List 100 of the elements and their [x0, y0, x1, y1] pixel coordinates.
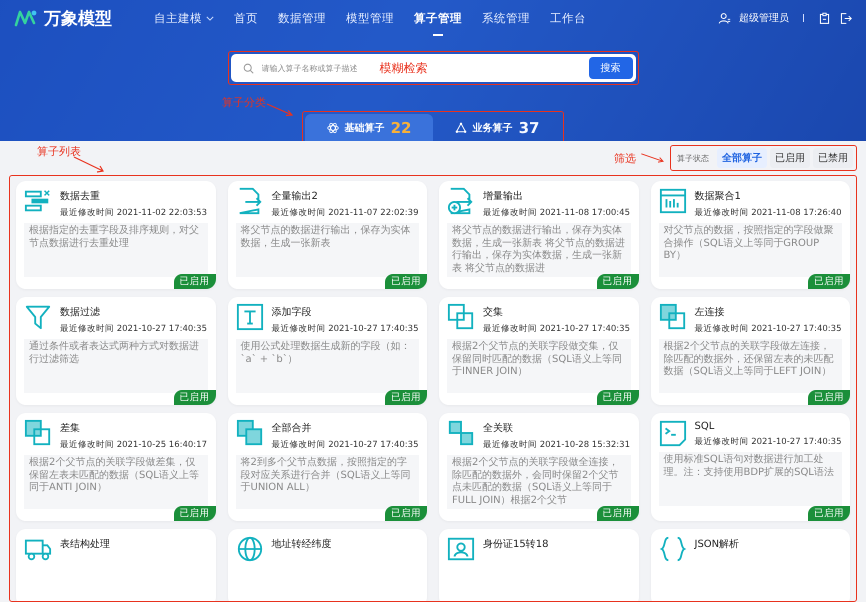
user-icon: [718, 12, 731, 24]
operator-card[interactable]: 差集 最近修改时间 2021-10-25 16:40:17 根据2个父节点的关联字段做差集，仅保留左表未匹配的数据（SQL语义上等同于ANTI JOIN） 已启用: [16, 413, 216, 521]
nav-item[interactable]: 算子管理: [404, 0, 472, 36]
status-filter-option[interactable]: 全部算子: [717, 148, 767, 168]
nav-item[interactable]: 自主建模: [144, 0, 224, 36]
operator-name: 表结构处理: [60, 538, 110, 551]
search-button[interactable]: 搜索: [588, 57, 632, 79]
modified-time: 最近修改时间 2021-10-28 15:32:31: [483, 439, 630, 451]
annotation-label: 模糊检索: [380, 60, 428, 76]
nav-item[interactable]: 首页: [224, 0, 268, 36]
status-badge: 已启用: [596, 274, 638, 289]
nav-item[interactable]: 数据管理: [268, 0, 336, 36]
modified-time: 最近修改时间 2021-10-27 17:40:35: [694, 323, 842, 335]
operator-card[interactable]: 交集 最近修改时间 2021-10-27 17:40:35 根据2个父节点的关联字段做交集，仅保留同时匹配的数据（SQL语义上等同于INNER JOIN） 已启用: [439, 297, 638, 405]
operator-description: 根据2个父节点的关联字段做交集，仅保留同时匹配的数据（SQL语义上等同于INNER JOIN）: [447, 339, 630, 393]
diagonal-squares-icon: [447, 419, 475, 447]
logo-text: 万象模型: [44, 8, 112, 30]
operator-name: SQL: [694, 421, 716, 432]
annotation-label: 筛选: [614, 150, 636, 166]
status-badge: 已启用: [385, 390, 427, 405]
modified-time: 最近修改时间 2021-10-27 17:40:35: [272, 323, 418, 335]
annotation-arrow: [266, 103, 296, 117]
terminal-icon: [658, 419, 686, 447]
operator-description: 根据2个父节点的关联字段做差集，仅保留左表未匹配的数据（SQL语义上等同于ANTI JOIN）: [24, 455, 208, 509]
operator-name: 身份证15转18: [483, 538, 548, 551]
status-badge: 已启用: [174, 506, 216, 521]
chart-table-icon: [658, 187, 686, 215]
operator-name: JSON解析: [694, 538, 740, 551]
globe-icon: [236, 535, 264, 563]
operator-name: 全关联: [483, 422, 514, 435]
funnel-icon: [24, 303, 52, 331]
operator-card[interactable]: 数据聚合1 最近修改时间 2021-11-08 17:26:40 对父节点的数据，按照指定的字段做聚合操作（SQL语义上等同于GROUP BY） 已启用: [650, 181, 850, 289]
atom-icon: [326, 122, 339, 134]
user-name[interactable]: 超级管理员: [739, 11, 789, 25]
modified-time: 最近修改时间 2021-10-27 17:40:35: [60, 323, 207, 335]
id-card-icon: [447, 535, 475, 563]
search-icon: [242, 62, 254, 74]
text-t-icon: [236, 303, 264, 331]
annotation-label: 算子列表: [37, 144, 81, 159]
operator-card[interactable]: 增量输出 最近修改时间 2021-11-08 17:00:45 将父节点的数据进行输出，保存为实体数据，生成一张新表 将父节点的数据进行输出，保存为实体数据，生成一张新表 将父节点的数据进 已启用: [439, 181, 638, 289]
nav-item[interactable]: 系统管理: [472, 0, 540, 36]
status-filter-option[interactable]: 已启用: [770, 148, 810, 168]
operator-card[interactable]: 身份证15转18: [439, 529, 638, 601]
operator-card[interactable]: 左连接 最近修改时间 2021-10-27 17:40:35 根据2个父节点的关联字段做左连接，除匹配的数据外，还保留左表的未匹配数据（SQL语义上等同于LEFT JOIN） 已启用: [650, 297, 850, 405]
filter-label: 算子状态: [677, 152, 709, 164]
status-badge: 已启用: [385, 274, 427, 289]
operator-description: 使用标准SQL语句对数据进行加工处理。注：支持使用BDP扩展的SQL语法: [658, 452, 842, 506]
modified-time: 最近修改时间 2021-10-25 16:40:17: [60, 439, 207, 451]
stacked-squares-icon: [236, 419, 264, 447]
operator-description: 使用公式处理数据生成新的字段（如：`a` + `b`）: [236, 339, 419, 393]
operator-card[interactable]: 添加字段 最近修改时间 2021-10-27 17:40:35 使用公式处理数据生成新的字段（如：`a` + `b`） 已启用: [228, 297, 427, 405]
modified-time: 最近修改时间 2021-11-07 22:02:39: [272, 207, 418, 219]
operator-name: 全量输出2: [272, 190, 319, 203]
operator-name: 数据聚合1: [694, 190, 742, 203]
operator-description: 根据2个父节点的关联字段做左连接，除匹配的数据外，还保留左表的未匹配数据（SQL语义上等同于LEFT JOIN）: [658, 339, 842, 393]
status-badge: 已启用: [596, 506, 638, 521]
operator-description: 根据2个父节点的关联字段做全连接，除匹配的数据外，会同时保留2个父节点未匹配的数据（SQL语义上等同于FULL JOIN）根据2个父节: [447, 455, 630, 509]
operator-card[interactable]: 数据去重 最近修改时间 2021-11-02 22:03:53 根据指定的去重字段及排序规则，对父节点数据进行去重处理 已启用: [16, 181, 216, 289]
operator-card[interactable]: 地址转经纬度: [228, 529, 427, 601]
modified-time: 最近修改时间 2021-10-27 17:40:35: [483, 323, 630, 335]
operator-card[interactable]: 表结构处理: [16, 529, 216, 601]
operator-card[interactable]: JSON解析: [650, 529, 850, 601]
operator-name: 全部合并: [272, 422, 312, 435]
operator-description: 将2到多个父节点数据，按照指定的字段对应关系进行合并（SQL语义上等同于UNION ALL）: [236, 455, 419, 509]
file-plus-icon: [447, 187, 475, 215]
operator-description: 将父节点的数据进行输出，保存为实体数据，生成一张新表 将父节点的数据进行输出，保存为实体数据，生成一张新表 将父节点的数据进: [447, 223, 630, 277]
operator-name: 数据去重: [60, 190, 101, 203]
operator-name: 差集: [60, 422, 81, 435]
status-badge: 已启用: [596, 390, 638, 405]
clipboard-icon[interactable]: [818, 12, 831, 24]
annotation-arrow: [73, 156, 107, 174]
overlap-squares-icon: [658, 303, 686, 331]
status-badge: 已启用: [808, 274, 850, 289]
status-filter-option[interactable]: 已禁用: [813, 148, 853, 168]
logout-icon[interactable]: [839, 12, 852, 24]
operator-name: 数据过滤: [60, 306, 101, 319]
overlap-squares-icon: [447, 303, 475, 331]
operator-name: 地址转经纬度: [272, 538, 332, 551]
operator-card[interactable]: 全关联 最近修改时间 2021-10-28 15:32:31 根据2个父节点的关联字段做全连接，除匹配的数据外，会同时保留2个父节点未匹配的数据（SQL语义上等同于FULL JOIN）根据2个父节 已启用: [439, 413, 638, 521]
category-tab[interactable]: 业务算子 37: [433, 114, 561, 141]
status-badge: 已启用: [808, 506, 850, 521]
operator-card[interactable]: SQL 最近修改时间 2021-10-27 17:40:35 使用标准SQL语句对数据进行加工处理。注：支持使用BDP扩展的SQL语法 已启用: [650, 413, 850, 521]
operator-description: 将父节点的数据进行输出，保存为实体数据，生成一张新表: [236, 223, 419, 277]
braces-icon: [658, 535, 686, 563]
modified-time: 最近修改时间 2021-10-27 17:40:35: [694, 436, 842, 448]
overlap-squares-icon: [24, 419, 52, 447]
annotation-arrow: [640, 153, 666, 163]
search-field[interactable]: 请输入算子名称或算子描述 模糊检索 搜索: [230, 54, 636, 82]
operator-card[interactable]: 数据过滤 最近修改时间 2021-10-27 17:40:35 通过条件或者表达式两种方式对数据进行过滤筛选 已启用: [16, 297, 216, 405]
nav-item[interactable]: 工作台: [540, 0, 596, 36]
logo-icon: [14, 9, 38, 27]
operator-description: 对父节点的数据，按照指定的字段做聚合操作（SQL语义上等同于GROUP BY）: [658, 223, 842, 277]
operator-description: 通过条件或者表达式两种方式对数据进行过滤筛选: [24, 339, 208, 393]
modified-time: 最近修改时间 2021-11-08 17:26:40: [694, 207, 842, 219]
operator-card[interactable]: 全量输出2 最近修改时间 2021-11-07 22:02:39 将父节点的数据进行输出，保存为实体数据，生成一张新表 已启用: [228, 181, 427, 289]
nav-item[interactable]: 模型管理: [336, 0, 404, 36]
operator-card[interactable]: 全部合并 最近修改时间 2021-10-27 17:40:35 将2到多个父节点数据，按照指定的字段对应关系进行合并（SQL语义上等同于UNION ALL） 已启用: [228, 413, 427, 521]
modified-time: 最近修改时间 2021-11-02 22:03:53: [60, 207, 207, 219]
category-tab[interactable]: 基础算子 22: [305, 114, 433, 141]
operator-name: 交集: [483, 306, 504, 319]
